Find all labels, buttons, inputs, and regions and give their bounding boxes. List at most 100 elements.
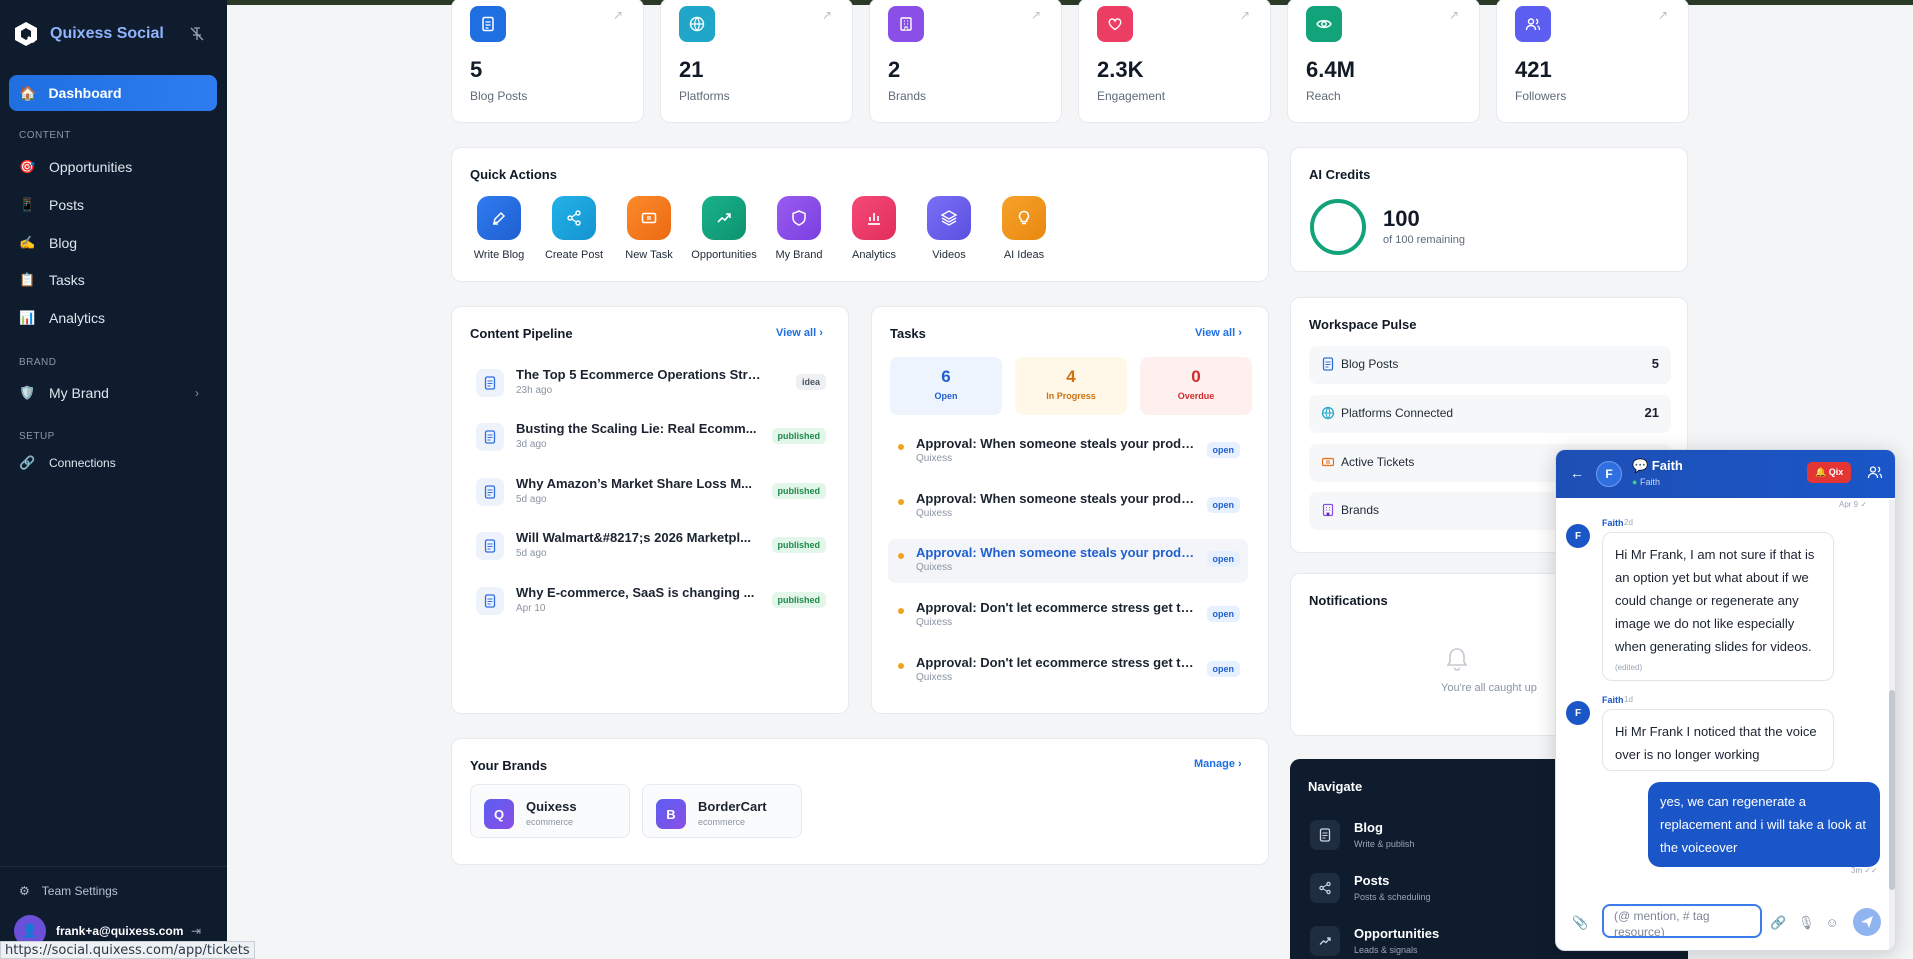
pipeline-item[interactable]: Why E-commerce, SaaS is changing ... Apr … [476, 583, 826, 623]
sidebar-item-label: My Brand [49, 385, 109, 401]
pulse-value: 5 [1651, 356, 1659, 371]
sidebar-item-label: Connections [49, 456, 116, 470]
task-title: Approval: Don't let ecommerce stress get… [916, 600, 1196, 615]
message-time: 2d [1624, 518, 1633, 527]
quick-action-create-post[interactable]: Create Post [539, 196, 609, 261]
chat-scrollbar[interactable] [1889, 500, 1895, 950]
sidebar-item-opportunities[interactable]: 🎯 Opportunities [19, 155, 217, 179]
message-text: Hi Mr Frank I noticed that the voice ove… [1615, 724, 1817, 762]
brand-logo: Q [484, 799, 514, 829]
sidebar-item-connections[interactable]: 🔗 Connections [19, 451, 217, 475]
quick-actions-title: Quick Actions [470, 167, 557, 182]
team-settings-link[interactable]: ⚙ Team Settings [19, 884, 118, 898]
task-row-hovered[interactable]: Approval: When someone steals your produ… [888, 539, 1248, 583]
microphone-icon[interactable]: 🎙 [1798, 915, 1815, 931]
chat-message-input[interactable]: (@ mention, # tag resource) [1602, 904, 1762, 938]
stat-value: 421 [1515, 57, 1552, 82]
workspace-pulse-title: Workspace Pulse [1309, 317, 1417, 332]
stat-label: Followers [1515, 89, 1567, 103]
task-row[interactable]: Approval: When someone steals your produ… [888, 485, 1248, 529]
navigate-title: Navigate [1308, 779, 1363, 794]
status-badge: open [1206, 442, 1240, 458]
document-icon [476, 369, 504, 397]
sidebar-item-analytics[interactable]: 📊 Analytics [19, 306, 217, 330]
stat-card-followers[interactable]: ↗ 421 Followers [1496, 0, 1689, 123]
tasks-open-count[interactable]: 6 Open [890, 357, 1002, 415]
stat-card-engagement[interactable]: ↗ 2.3K Engagement [1078, 0, 1271, 123]
brand-card-quixess[interactable]: Q Quixess ecommerce [470, 784, 630, 838]
quick-action-label: Analytics [851, 249, 897, 261]
message-text: Hi Mr Frank, I am not sure if that is an… [1615, 547, 1815, 654]
pipeline-item[interactable]: Busting the Scaling Lie: Real Ecomm... 3d… [476, 419, 826, 459]
quick-action-analytics[interactable]: Analytics [839, 196, 909, 261]
arrow-up-right-icon: ↗ [1239, 8, 1250, 22]
document-icon [470, 6, 506, 42]
quick-action-videos[interactable]: Videos [914, 196, 984, 261]
quick-action-write-blog[interactable]: Write Blog [464, 196, 534, 261]
pipeline-item[interactable]: Why Amazon’s Market Share Loss M... 5d ag… [476, 474, 826, 514]
status-dot [898, 499, 904, 505]
quick-action-label: Create Post [544, 249, 604, 261]
link-icon[interactable]: 🔗 [1770, 915, 1786, 931]
document-icon [1310, 820, 1340, 850]
qix-button[interactable]: 🔔 Qix [1807, 462, 1852, 483]
sidebar-item-my-brand[interactable]: 🛡️ My Brand › [19, 381, 217, 405]
quick-action-label: Write Blog [473, 249, 525, 261]
pulse-row-platforms[interactable]: Platforms Connected 21 [1309, 395, 1671, 433]
count-value: 4 [1066, 367, 1076, 386]
chat-contact-status-label: Faith [1639, 477, 1660, 487]
status-badge: published [771, 537, 826, 553]
quick-action-my-brand[interactable]: My Brand [764, 196, 834, 261]
ai-credits-card: AI Credits 100 of 100 remaining [1290, 147, 1688, 272]
task-row[interactable]: Approval: When someone steals your produ… [888, 430, 1248, 474]
stat-card-reach[interactable]: ↗ 6.4M Reach [1287, 0, 1480, 123]
pipeline-view-all-link[interactable]: View all › [776, 327, 823, 339]
bar-chart-icon [852, 196, 896, 240]
app-logo[interactable]: Quixess Social [12, 20, 164, 48]
task-row[interactable]: Approval: Don't let ecommerce stress get… [888, 649, 1248, 693]
stat-card-blog-posts[interactable]: ↗ 5 Blog Posts [451, 0, 644, 123]
back-arrow-icon[interactable]: ← [1570, 465, 1584, 481]
message-bubble: Hi Mr Frank, I am not sure if that is an… [1602, 532, 1834, 681]
task-title: Approval: When someone steals your produ… [916, 436, 1196, 451]
sidebar-item-label: Dashboard [48, 85, 122, 101]
unpin-sidebar-icon[interactable] [189, 26, 205, 42]
stat-card-brands[interactable]: ↗ 2 Brands [869, 0, 1062, 123]
manage-brands-link[interactable]: Manage › [1194, 758, 1242, 770]
tasks-in-progress-count[interactable]: 4 In Progress [1015, 357, 1127, 415]
send-button[interactable] [1853, 908, 1881, 936]
pipeline-item-date: 3d ago [516, 439, 547, 450]
quick-action-label: New Task [625, 249, 673, 261]
scrollbar-thumb[interactable] [1889, 690, 1895, 890]
stat-card-platforms[interactable]: ↗ 21 Platforms [660, 0, 853, 123]
sidebar-item-blog[interactable]: ✍️ Blog [19, 231, 217, 255]
emoji-icon[interactable]: ☺ [1824, 915, 1840, 931]
paperclip-icon[interactable]: 📎 [1572, 915, 1588, 931]
avatar: F [1566, 701, 1590, 725]
sidebar-divider [0, 866, 227, 867]
brand-card-bordercart[interactable]: B BorderCart ecommerce [642, 784, 802, 838]
quick-action-ai-ideas[interactable]: AI Ideas [989, 196, 1059, 261]
tasks-view-all-link[interactable]: View all › [1195, 327, 1242, 339]
tasks-overdue-count[interactable]: 0 Overdue [1140, 357, 1252, 415]
quick-action-new-task[interactable]: New Task [614, 196, 684, 261]
online-dot-icon: ● [1632, 477, 1638, 487]
heart-icon [1097, 6, 1133, 42]
sidebar-item-dashboard[interactable]: 🏠 Dashboard [9, 75, 217, 111]
qix-label: Qix [1828, 467, 1844, 477]
pipeline-item[interactable]: Will Walmart&#8217;s 2026 Marketpl... 5d … [476, 528, 826, 568]
logout-icon[interactable]: ⇥ [191, 924, 201, 938]
status-badge: open [1206, 606, 1240, 622]
sidebar-item-tasks[interactable]: 📋 Tasks [19, 268, 217, 292]
document-icon [476, 587, 504, 615]
pulse-label: Brands [1341, 503, 1380, 517]
pipeline-item[interactable]: The Top 5 Ecommerce Operations Strea... 2… [476, 365, 826, 405]
stat-value: 5 [470, 57, 483, 82]
task-row[interactable]: Approval: Don't let ecommerce stress get… [888, 594, 1248, 638]
pipeline-item-date: 5d ago [516, 494, 547, 505]
quick-action-opportunities[interactable]: Opportunities [689, 196, 759, 261]
pulse-row-blog-posts[interactable]: Blog Posts 5 [1309, 346, 1671, 384]
status-badge: published [771, 428, 826, 444]
users-icon[interactable] [1867, 464, 1883, 480]
sidebar-item-posts[interactable]: 📱 Posts [19, 193, 217, 217]
